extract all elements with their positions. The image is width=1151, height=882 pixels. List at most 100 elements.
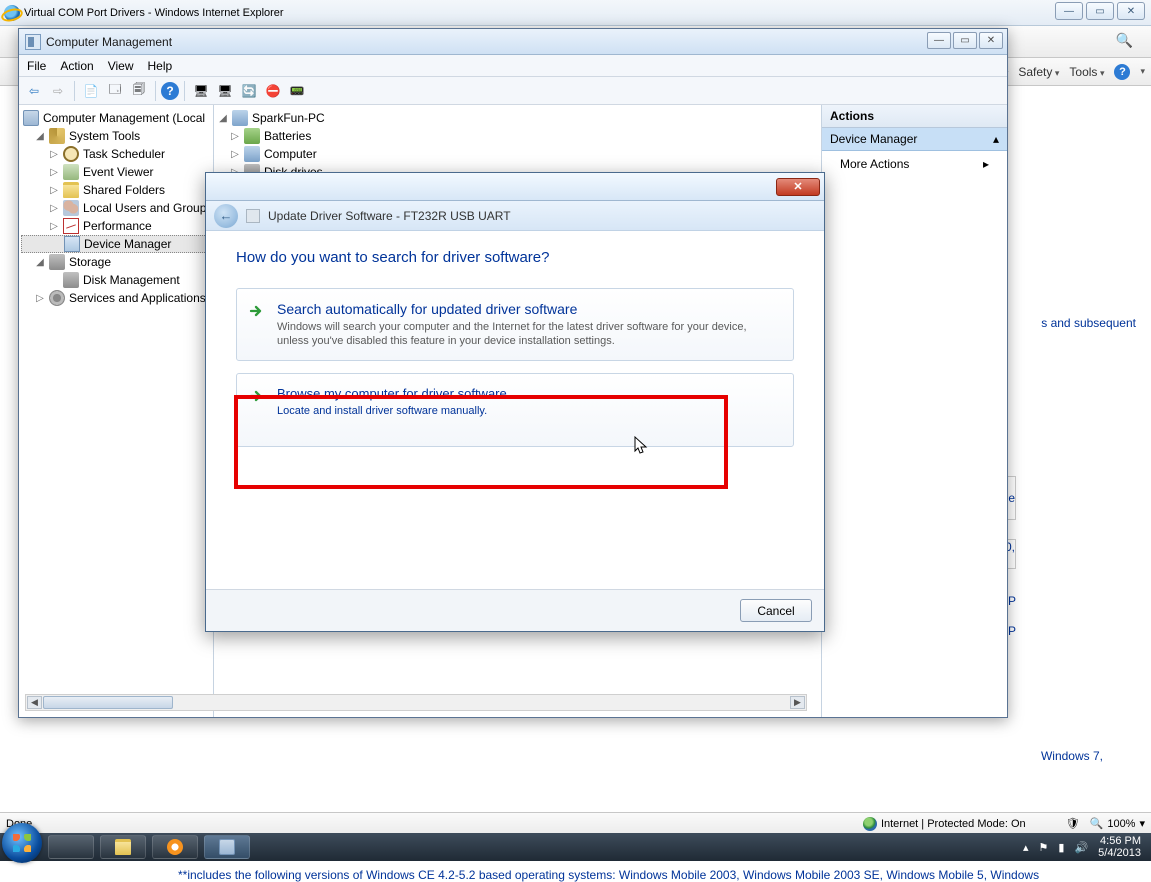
tree-system-tools[interactable]: ◢System Tools <box>21 127 211 145</box>
option-browse-computer[interactable]: Browse my computer for driver software L… <box>236 373 794 447</box>
tool-show-hide-button[interactable]: 🗔 <box>104 80 126 102</box>
tool-help-button[interactable]: ? <box>161 82 179 100</box>
expand-icon[interactable]: ▷ <box>49 203 59 214</box>
ie-zoom-control[interactable]: 🔍 100% ▾ <box>1090 817 1145 830</box>
start-button[interactable] <box>2 823 42 863</box>
task-compmgmt-button[interactable] <box>204 835 250 859</box>
toolbar-separator <box>74 81 75 101</box>
scroll-left-button[interactable]: ◀ <box>27 696 42 709</box>
ie-status-bar: Done Internet | Protected Mode: On 🛡 🔍 1… <box>0 812 1151 834</box>
scroll-thumb[interactable] <box>43 696 173 709</box>
tree-services[interactable]: ▷Services and Applications <box>21 289 211 307</box>
menu-file[interactable]: File <box>27 59 46 73</box>
collapse-icon[interactable]: ▴ <box>993 132 999 146</box>
wiz-titlebar[interactable]: ✕ <box>206 173 824 201</box>
tool-disable-button[interactable]: ⛔ <box>262 80 284 102</box>
option-search-automatically[interactable]: Search automatically for updated driver … <box>236 288 794 361</box>
media-player-icon <box>167 839 183 855</box>
task-media-button[interactable] <box>152 835 198 859</box>
task-explorer-button[interactable] <box>100 835 146 859</box>
option-title: Browse my computer for driver software <box>277 386 779 401</box>
cm-minimize-button[interactable]: — <box>927 32 951 49</box>
device-batteries[interactable]: ▷Batteries <box>216 127 819 145</box>
tool-forward-button[interactable]: ⇨ <box>47 80 69 102</box>
disk-icon <box>63 272 79 288</box>
ie-tools-menu[interactable]: Tools <box>1069 65 1104 79</box>
ie-safety-menu[interactable]: Safety <box>1018 65 1059 79</box>
cm-close-button[interactable]: ✕ <box>979 32 1003 49</box>
device-manager-icon <box>64 236 80 252</box>
collapse-icon[interactable]: ◢ <box>35 131 45 142</box>
cm-actions-pane: Actions Device Manager▴ More Actions▸ <box>822 105 1007 717</box>
tray-network-icon[interactable]: ▮ <box>1058 841 1064 854</box>
cm-tree-pane[interactable]: Computer Management (Local ◢System Tools… <box>19 105 214 717</box>
system-tray[interactable]: ▴ ⚑ ▮ 🔊 4:56 PM 5/4/2013 <box>1023 835 1151 859</box>
ie-protected-off-icon[interactable]: 🛡 <box>1066 817 1080 830</box>
ie-logo-icon <box>4 5 20 21</box>
tray-clock[interactable]: 4:56 PM 5/4/2013 <box>1098 835 1141 859</box>
toolbar-separator <box>184 81 185 101</box>
cm-maximize-button[interactable]: ▭ <box>953 32 977 49</box>
tray-chevron-icon[interactable]: ▴ <box>1023 841 1029 854</box>
battery-icon <box>244 128 260 144</box>
ie-close-button[interactable]: ✕ <box>1117 2 1145 20</box>
ie-minimize-button[interactable]: — <box>1055 2 1083 20</box>
scroll-right-button[interactable]: ▶ <box>790 696 805 709</box>
tree-root[interactable]: Computer Management (Local <box>21 109 211 127</box>
tool-refresh-button[interactable]: 📟 <box>286 80 308 102</box>
device-computer[interactable]: ▷Computer <box>216 145 819 163</box>
tree-disk-management[interactable]: ▷Disk Management <box>21 271 211 289</box>
expand-icon[interactable]: ▷ <box>49 149 59 160</box>
page-fragment-text: Windows 7, <box>1041 749 1103 763</box>
expand-icon[interactable]: ▷ <box>230 131 240 142</box>
menu-view[interactable]: View <box>108 59 134 73</box>
tree-storage[interactable]: ◢Storage <box>21 253 211 271</box>
ie-help-icon[interactable]: ? <box>1114 64 1130 80</box>
tool-properties-button[interactable]: 🗐 <box>128 80 150 102</box>
ie-titlebar[interactable]: Virtual COM Port Drivers - Windows Inter… <box>0 0 1151 26</box>
chevron-right-icon: ▸ <box>983 157 989 171</box>
menu-help[interactable]: Help <box>148 59 173 73</box>
ie-maximize-button[interactable]: ▭ <box>1086 2 1114 20</box>
expand-icon[interactable]: ▷ <box>49 167 59 178</box>
arrow-right-icon <box>249 388 265 404</box>
tool-update-button[interactable]: 🔄 <box>238 80 260 102</box>
actions-more[interactable]: More Actions▸ <box>822 151 1007 177</box>
collapse-icon[interactable]: ◢ <box>35 257 45 268</box>
wiz-back-button[interactable]: ← <box>214 204 238 228</box>
cm-titlebar[interactable]: Computer Management — ▭ ✕ <box>19 29 1007 55</box>
task-ie-button[interactable] <box>48 835 94 859</box>
tree-local-users[interactable]: ▷Local Users and Group <box>21 199 211 217</box>
cancel-button[interactable]: Cancel <box>740 599 812 622</box>
tree-device-manager[interactable]: ▷Device Manager <box>21 235 211 253</box>
tool-uninstall-button[interactable]: 🖥 <box>214 80 236 102</box>
cm-menubar: File Action View Help <box>19 55 1007 77</box>
expand-icon[interactable]: ▷ <box>49 185 59 196</box>
tree-event-viewer[interactable]: ▷Event Viewer <box>21 163 211 181</box>
device-host[interactable]: ◢SparkFun-PC <box>216 109 819 127</box>
expand-icon[interactable]: ▷ <box>35 293 45 304</box>
expand-icon[interactable]: ▷ <box>49 221 59 232</box>
wiz-body: How do you want to search for driver sof… <box>206 231 824 469</box>
collapse-icon[interactable]: ◢ <box>218 113 228 124</box>
tool-scan-button[interactable]: 🖥 <box>190 80 212 102</box>
cm-horizontal-scrollbar[interactable]: ◀ ▶ <box>25 694 807 711</box>
tree-shared-folders[interactable]: ▷Shared Folders <box>21 181 211 199</box>
users-icon <box>63 200 79 216</box>
computer-icon <box>232 110 248 126</box>
update-driver-dialog: ✕ ← Update Driver Software - FT232R USB … <box>205 172 825 632</box>
tree-task-scheduler[interactable]: ▷Task Scheduler <box>21 145 211 163</box>
expand-icon[interactable]: ▷ <box>230 149 240 160</box>
menu-action[interactable]: Action <box>60 59 93 73</box>
cm-title-text: Computer Management <box>46 35 172 49</box>
tool-back-button[interactable]: ⇦ <box>23 80 45 102</box>
actions-section[interactable]: Device Manager▴ <box>822 128 1007 151</box>
tree-performance[interactable]: ▷Performance <box>21 217 211 235</box>
wiz-close-button[interactable]: ✕ <box>776 178 820 196</box>
tray-flag-icon[interactable]: ⚑ <box>1039 841 1049 854</box>
ie-search-icon[interactable]: 🔍 <box>1116 32 1133 49</box>
tray-volume-icon[interactable]: 🔊 <box>1074 841 1088 854</box>
tool-up-button[interactable]: 📄 <box>80 80 102 102</box>
option-desc: Windows will search your computer and th… <box>277 320 779 348</box>
taskbar[interactable]: ▴ ⚑ ▮ 🔊 4:56 PM 5/4/2013 <box>0 833 1151 861</box>
